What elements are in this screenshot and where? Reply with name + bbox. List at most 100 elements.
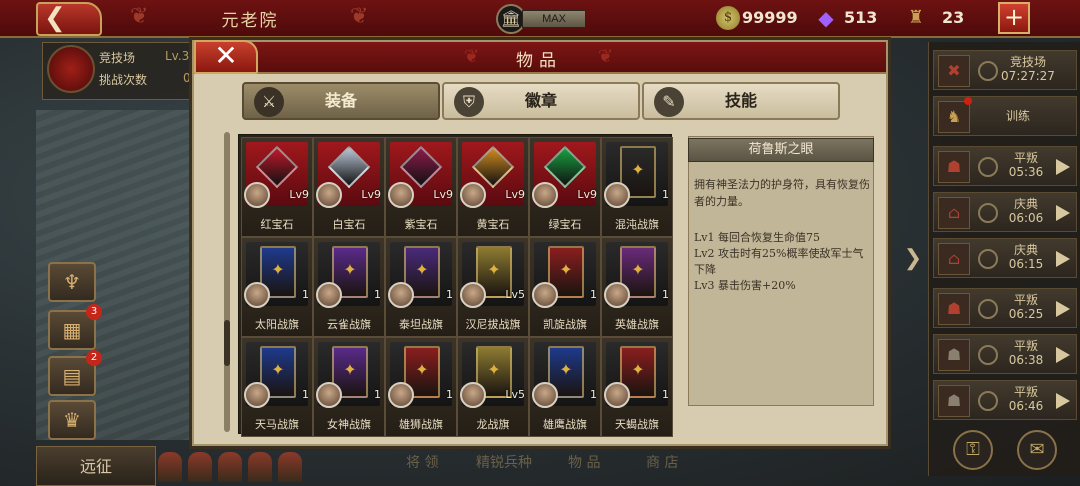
page-title: 元老院: [221, 11, 279, 31]
soldier-row: [156, 448, 316, 486]
item-slot[interactable]: ✦ 1 泰坦战旗: [385, 237, 457, 337]
item-slot[interactable]: ✦ 1 太阳战旗: [241, 237, 313, 337]
item-slot[interactable]: Lv9 黄宝石: [457, 137, 529, 237]
eagle-icon[interactable]: ♆: [48, 262, 96, 302]
items-dialog: ✕ ❦ 物品 ❦ ⚔ 装备 ⛨ 徽章 ✎ 技能 Lv9 红宝石 Lv9 白宝石 Lv9 紫…: [192, 40, 888, 446]
nav-generals[interactable]: 将 领: [406, 452, 438, 472]
add-resource-button[interactable]: +: [998, 2, 1030, 34]
close-button[interactable]: ✕: [194, 40, 258, 74]
general-portrait: [460, 382, 486, 408]
task-row[interactable]: ☗ 平叛 06:25: [933, 288, 1077, 328]
item-slot[interactable]: Lv9 白宝石: [313, 137, 385, 237]
coin-icon: $: [716, 6, 740, 30]
item-slot[interactable]: ✦ 1 天马战旗: [241, 337, 313, 437]
item-slot[interactable]: ✦ 1 天蝎战旗: [601, 337, 673, 437]
item-slot[interactable]: Lv9 紫宝石: [385, 137, 457, 237]
senate-level: MAX: [522, 10, 586, 28]
task-time: 06:06: [1008, 211, 1044, 225]
film-button[interactable]: ▦ 3: [48, 304, 102, 350]
temple-icon: ⌂: [938, 243, 970, 275]
task-row[interactable]: ⌂ 庆典 06:06: [933, 192, 1077, 232]
play-icon[interactable]: [1056, 205, 1070, 221]
troop-counter: ♜ 23: [904, 6, 988, 32]
item-level: 1: [662, 388, 669, 401]
nav-elite-units[interactable]: 精锐兵种: [476, 452, 532, 472]
play-icon[interactable]: [1056, 251, 1070, 267]
trophy-button[interactable]: ♛: [48, 400, 96, 440]
item-slot[interactable]: ✦ 1 混沌战旗: [601, 137, 673, 237]
general-portrait: [316, 382, 342, 408]
general-portrait: [388, 382, 414, 408]
task-row[interactable]: ⌂ 庆典 06:15: [933, 238, 1077, 278]
item-slot[interactable]: ✦ 1 凯旋战旗: [529, 237, 601, 337]
swords-icon: ✖: [938, 55, 970, 87]
item-slot[interactable]: ✦ 1 英雄战旗: [601, 237, 673, 337]
play-icon[interactable]: [1056, 347, 1070, 363]
general-portrait: [244, 282, 270, 308]
laurel-icon: ❦: [598, 46, 614, 67]
warrior-icon: ☗: [938, 339, 970, 371]
nav-items[interactable]: 物 品: [568, 452, 600, 472]
general-portrait: [388, 182, 414, 208]
back-button[interactable]: ❮: [36, 2, 102, 36]
item-name: 龙战旗: [476, 418, 510, 431]
chest-button[interactable]: ▤ 2: [48, 350, 102, 396]
task-row[interactable]: ☗ 平叛 05:36: [933, 146, 1077, 186]
item-level: Lv9: [505, 188, 525, 201]
play-icon[interactable]: [1056, 159, 1070, 175]
task-name: 庆典: [1013, 243, 1038, 257]
item-slot[interactable]: Lv9 绿宝石: [529, 137, 601, 237]
play-icon[interactable]: [1056, 393, 1070, 409]
task-name: 平叛: [1013, 339, 1038, 353]
scroll-icon[interactable]: ✉: [1017, 430, 1057, 470]
laurel-icon: ❦: [130, 4, 149, 29]
scroll-icon: ✎: [654, 87, 684, 117]
item-slot[interactable]: Lv9 红宝石: [241, 137, 313, 237]
item-name: 太阳战旗: [255, 318, 299, 331]
item-slot[interactable]: ✦ 1 云雀战旗: [313, 237, 385, 337]
task-time: 05:36: [1008, 165, 1044, 179]
tab-equipment[interactable]: ⚔ 装备: [242, 82, 440, 120]
task-row-training[interactable]: ♞ 训练: [933, 96, 1077, 136]
item-slot[interactable]: ✦ 1 女神战旗: [313, 337, 385, 437]
general-portrait: [244, 182, 270, 208]
helmet-icon: ♜: [907, 7, 925, 28]
task-time: 07:27:27: [1001, 69, 1055, 83]
item-level: Lv9: [577, 188, 597, 201]
item-slot[interactable]: ✦ Lv5 龙战旗: [457, 337, 529, 437]
task-name: 庆典: [1013, 197, 1038, 211]
item-level: 1: [662, 188, 669, 201]
chevron-right-icon[interactable]: ❯: [900, 246, 926, 276]
item-effect-lv2: Lv2 攻击时有25%概率使敌军士气下降: [694, 247, 864, 276]
emblem-icon: ✦: [415, 360, 429, 379]
nav-shop[interactable]: 商 店: [646, 452, 678, 472]
tab-label: 装备: [324, 91, 357, 110]
emblem-icon: ✦: [559, 360, 573, 379]
play-icon[interactable]: [1056, 301, 1070, 317]
scrollbar-thumb[interactable]: [224, 320, 230, 366]
arena-card[interactable]: 竞技场 Lv.3 挑战次数 0/: [42, 42, 202, 100]
item-slot[interactable]: ✦ 1 雄鹰战旗: [529, 337, 601, 437]
task-row[interactable]: ☗ 平叛 06:38: [933, 334, 1077, 374]
item-slot[interactable]: ✦ Lv5 汉尼拔战旗: [457, 237, 529, 337]
item-name: 云雀战旗: [327, 318, 371, 331]
scrollbar-track[interactable]: [224, 132, 230, 432]
game-screen: 竞技场 Lv.3 挑战次数 0/ ♆ ▦ 3 ▤ 2 ♛ 远征 将 领 精锐兵种 物…: [0, 0, 1080, 486]
item-name: 黄宝石: [476, 218, 510, 231]
general-portrait: [604, 282, 630, 308]
expedition-button[interactable]: 远征: [36, 446, 156, 486]
helmet-icon: ♞: [938, 101, 970, 133]
emblem-icon: ✦: [415, 260, 429, 279]
item-level: 1: [302, 288, 309, 301]
item-slot[interactable]: ✦ 1 雄狮战旗: [385, 337, 457, 437]
lock-icon[interactable]: ⚿: [953, 430, 993, 470]
task-time: 06:46: [1008, 399, 1044, 413]
soldier-icon: [158, 452, 182, 482]
general-portrait: [604, 382, 630, 408]
item-level: 1: [590, 288, 597, 301]
general-portrait: [532, 182, 558, 208]
tab-badges[interactable]: ⛨ 徽章: [442, 82, 640, 120]
task-row[interactable]: ☗ 平叛 06:46: [933, 380, 1077, 420]
task-row-arena[interactable]: ✖ 竞技场 07:27:27: [933, 50, 1077, 90]
tab-skills[interactable]: ✎ 技能: [642, 82, 840, 120]
